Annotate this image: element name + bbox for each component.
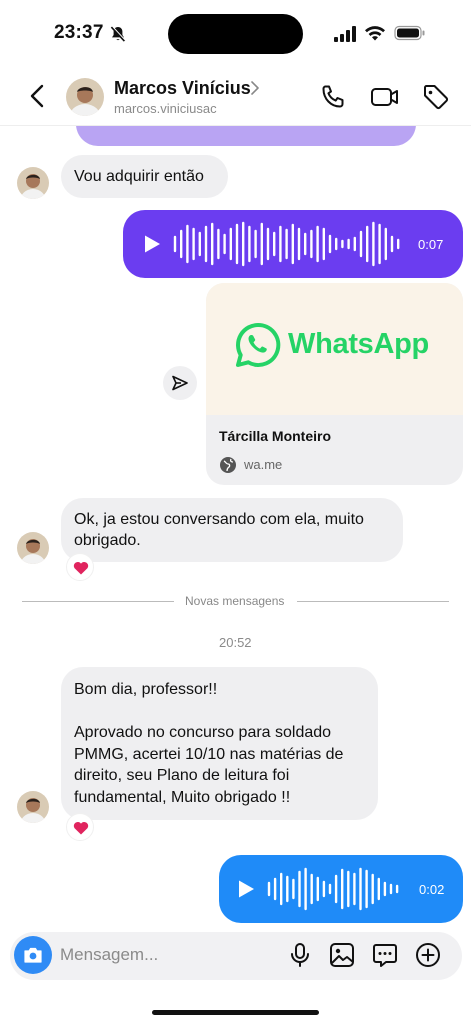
reaction-heart[interactable]: [66, 813, 94, 841]
audio-waveform[interactable]: [267, 866, 403, 912]
message-text: Aprovado no concurso para soldado: [74, 724, 332, 741]
video-icon[interactable]: [370, 82, 400, 112]
link-domain: wa.me: [244, 457, 283, 472]
battery-icon: [394, 25, 425, 41]
audio-duration: 0:02: [419, 882, 445, 897]
message-bubble[interactable]: Bom dia, professor!! Aprovado no concurs…: [61, 667, 378, 820]
phone-icon[interactable]: [318, 82, 348, 112]
camera-icon: [24, 947, 42, 963]
status-time: 23:37: [54, 22, 104, 43]
whatsapp-logo-icon: [236, 322, 281, 367]
avatar[interactable]: [66, 78, 104, 116]
contact-username[interactable]: marcos.viniciusac: [114, 101, 217, 116]
message-text: fundamental, Muito obrigado !!: [74, 788, 291, 806]
link-preview-card[interactable]: WhatsApp Tárcilla Monteiro wa.me: [206, 283, 463, 485]
message-text: Vou adquirir então: [74, 168, 204, 185]
image-icon[interactable]: [329, 942, 355, 968]
audio-message[interactable]: 0:07: [123, 210, 463, 278]
contact-name[interactable]: Marcos Vinícius: [114, 78, 251, 99]
link-title: Tárcilla Monteiro: [219, 428, 332, 444]
message-text: PMMG, acertei 10/10 nas matérias de: [74, 745, 344, 763]
share-button[interactable]: [163, 366, 197, 400]
wifi-icon: [365, 26, 385, 41]
home-indicator: [152, 1010, 319, 1015]
play-icon[interactable]: [237, 879, 255, 899]
sticker-icon[interactable]: [372, 942, 398, 968]
globe-icon: [220, 457, 236, 473]
avatar[interactable]: [17, 791, 49, 823]
chat-header: Marcos Vinícius marcos.viniciusac: [0, 66, 471, 126]
status-bar: 23:37: [0, 0, 471, 66]
avatar[interactable]: [17, 532, 49, 564]
camera-button[interactable]: [14, 936, 52, 974]
play-icon[interactable]: [143, 234, 161, 254]
message-bubble[interactable]: Ok, ja estou conversando com ela, muito …: [61, 498, 403, 562]
chevron-right-icon[interactable]: [249, 80, 261, 96]
message-text: obrigado.: [74, 532, 141, 549]
message-text: Ok, ja estou conversando com ela, muito: [74, 511, 364, 528]
message-timestamp: 20:52: [219, 635, 252, 650]
divider-line: [297, 601, 449, 602]
reaction-heart[interactable]: [66, 553, 94, 581]
message-bubble[interactable]: Vou adquirir então: [61, 155, 228, 198]
tag-icon[interactable]: [421, 82, 451, 112]
heart-icon: [73, 561, 89, 575]
message-text: direito, seu Plano de leitura foi: [74, 767, 290, 784]
plus-icon[interactable]: [415, 942, 441, 968]
message-input[interactable]: [60, 945, 260, 965]
new-messages-divider: Novas mensagens: [185, 594, 285, 608]
mic-icon[interactable]: [287, 942, 313, 968]
avatar[interactable]: [17, 167, 49, 199]
audio-waveform[interactable]: [173, 221, 405, 267]
dynamic-island: [168, 14, 303, 54]
audio-duration: 0:07: [418, 237, 444, 252]
message-text: Bom dia, professor!!: [74, 681, 218, 698]
divider-line: [22, 601, 174, 602]
link-brand: WhatsApp: [288, 328, 429, 360]
cellular-signal-icon: [334, 26, 356, 42]
audio-message[interactable]: 0:02: [219, 855, 463, 923]
heart-icon: [73, 821, 89, 835]
message-composer: [10, 932, 462, 980]
send-icon: [172, 375, 188, 391]
bell-muted-icon: [110, 25, 126, 42]
back-icon[interactable]: [26, 82, 50, 110]
link-preview-image: WhatsApp: [206, 283, 463, 415]
